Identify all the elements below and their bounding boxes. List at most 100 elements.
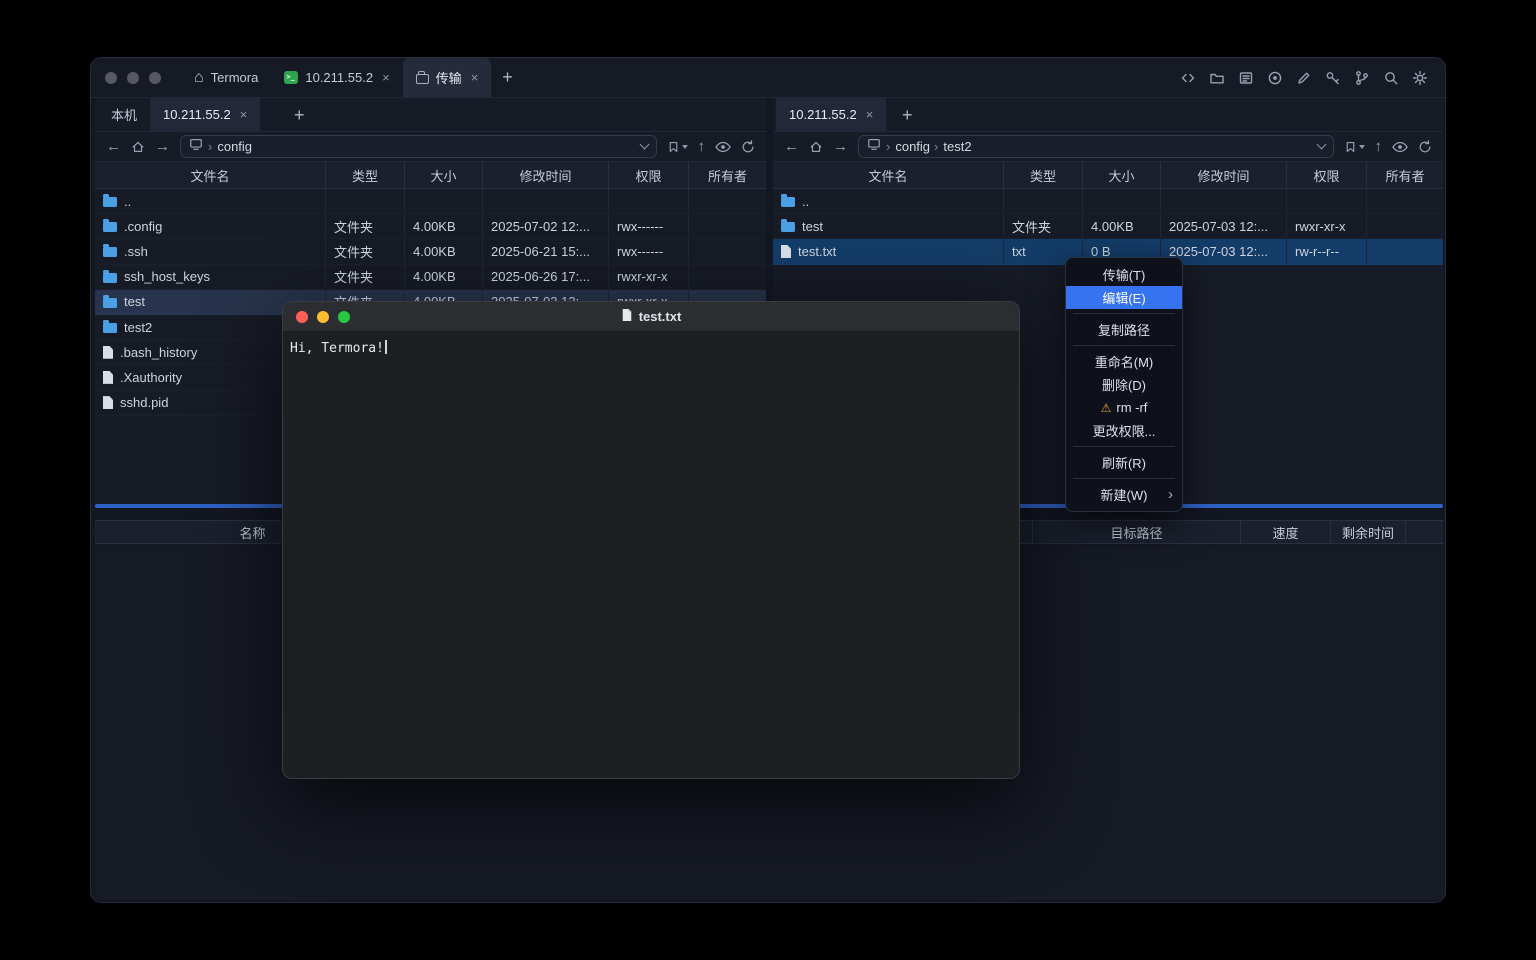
tab-close-icon[interactable] xyxy=(471,70,479,85)
breadcrumb-item[interactable]: test2 xyxy=(934,139,972,154)
show-hidden-eye-icon[interactable] xyxy=(715,141,731,153)
file-icon xyxy=(103,346,113,359)
context-menu-item[interactable]: 复制路径 xyxy=(1066,318,1182,341)
record-icon[interactable] xyxy=(1267,70,1283,86)
pane-tab[interactable]: 10.211.55.2 xyxy=(776,98,886,131)
column-header[interactable]: 修改时间 xyxy=(483,162,609,188)
queue-column-speed[interactable]: 速度 xyxy=(1241,521,1331,543)
parent-directory-button[interactable] xyxy=(698,139,706,154)
column-header[interactable]: 权限 xyxy=(609,162,689,188)
file-row[interactable]: ssh_host_keys 文件夹 4.00KB 2025-06-26 17:.… xyxy=(95,265,766,290)
new-pane-tab-button[interactable] xyxy=(891,98,924,132)
editor-traffic-lights xyxy=(296,302,350,331)
back-button[interactable] xyxy=(106,139,121,154)
tab-label: 传输 xyxy=(436,68,462,87)
column-header[interactable]: 修改时间 xyxy=(1161,162,1287,188)
breadcrumb-item[interactable]: config xyxy=(208,139,252,154)
column-header[interactable]: 文件名 xyxy=(95,162,326,188)
breadcrumb[interactable]: config test2 xyxy=(858,135,1334,158)
column-header[interactable]: 大小 xyxy=(405,162,483,188)
file-owner-cell xyxy=(689,265,766,289)
file-size-cell: 4.00KB xyxy=(1083,214,1161,238)
context-menu-item[interactable]: rm -rf xyxy=(1066,396,1182,419)
file-type-cell: 文件夹 xyxy=(326,265,405,289)
context-menu-item[interactable]: 刷新(R) xyxy=(1066,451,1182,474)
breadcrumb-dropdown-chevron-icon[interactable] xyxy=(1316,140,1326,150)
app-tab[interactable]: 传输 xyxy=(403,58,492,97)
refresh-button[interactable] xyxy=(741,140,755,154)
queue-column-remaining-time[interactable]: 剩余时间 xyxy=(1331,521,1406,543)
menu-item-label: 编辑(E) xyxy=(1102,288,1145,307)
forward-button[interactable] xyxy=(155,139,170,154)
pane-tab[interactable]: 10.211.55.2 xyxy=(150,98,260,131)
column-header[interactable]: 文件名 xyxy=(773,162,1004,188)
settings-icon[interactable] xyxy=(1412,70,1428,86)
pane-tab-label: 10.211.55.2 xyxy=(163,107,231,122)
code-icon[interactable] xyxy=(1180,70,1196,86)
breadcrumb-dropdown-chevron-icon[interactable] xyxy=(639,140,649,150)
bookmark-caret-icon xyxy=(682,145,688,149)
context-menu-item[interactable]: 更改权限... xyxy=(1066,419,1182,442)
breadcrumb[interactable]: config xyxy=(180,135,657,158)
column-header[interactable]: 类型 xyxy=(326,162,405,188)
pane-tab-close-icon[interactable] xyxy=(240,107,248,122)
editor-zoom-button[interactable] xyxy=(338,311,350,323)
context-menu-item[interactable]: 编辑(E) xyxy=(1066,286,1182,309)
breadcrumb-item[interactable]: config xyxy=(886,139,930,154)
refresh-button[interactable] xyxy=(1418,140,1432,154)
bookmark-button[interactable] xyxy=(667,140,688,154)
file-modified-cell xyxy=(483,189,609,213)
bookmark-button[interactable] xyxy=(1344,140,1365,154)
breadcrumb-separator-icon xyxy=(886,139,890,154)
key-icon[interactable] xyxy=(1325,70,1341,86)
close-window-button[interactable] xyxy=(105,72,117,84)
file-modified-cell: 2025-06-26 17:... xyxy=(483,265,609,289)
home-button[interactable] xyxy=(131,140,145,154)
menu-item-label: 新建(W) xyxy=(1101,485,1148,504)
file-owner-cell xyxy=(689,214,766,238)
pane-tab-label: 本机 xyxy=(111,105,137,124)
app-tab[interactable]: 10.211.55.2 xyxy=(271,58,402,97)
file-row[interactable]: test 文件夹 4.00KB 2025-07-03 12:... rwxr-x… xyxy=(773,214,1443,239)
git-branch-icon[interactable] xyxy=(1354,70,1370,86)
column-header[interactable]: 类型 xyxy=(1004,162,1083,188)
context-menu-item[interactable]: 新建(W) xyxy=(1066,483,1182,506)
pencil-icon[interactable] xyxy=(1296,70,1312,86)
queue-column-target-path[interactable]: 目标路径 xyxy=(1033,521,1241,543)
file-row[interactable]: .ssh 文件夹 4.00KB 2025-06-21 15:... rwx---… xyxy=(95,239,766,264)
context-menu-item[interactable]: 重命名(M) xyxy=(1066,350,1182,373)
new-pane-tab-button[interactable] xyxy=(283,98,316,132)
column-header[interactable]: 权限 xyxy=(1287,162,1367,188)
menu-separator xyxy=(1073,446,1175,447)
show-hidden-eye-icon[interactable] xyxy=(1392,141,1408,153)
editor-minimize-button[interactable] xyxy=(317,311,329,323)
context-menu-item[interactable]: 删除(D) xyxy=(1066,373,1182,396)
forward-button[interactable] xyxy=(833,139,848,154)
pane-tab[interactable]: 本机 xyxy=(98,98,150,131)
search-icon[interactable] xyxy=(1383,70,1399,86)
column-header[interactable]: 所有者 xyxy=(689,162,766,188)
context-menu-item[interactable]: 传输(T) xyxy=(1066,263,1182,286)
app-tab[interactable]: Termora xyxy=(181,58,271,97)
file-name-cell: .ssh xyxy=(95,239,326,263)
pane-tab-close-icon[interactable] xyxy=(866,107,874,122)
folder-icon[interactable] xyxy=(1209,70,1225,86)
column-header[interactable]: 所有者 xyxy=(1367,162,1443,188)
file-name: .. xyxy=(802,194,809,209)
file-row[interactable]: .config 文件夹 4.00KB 2025-07-02 12:... rwx… xyxy=(95,214,766,239)
zoom-window-button[interactable] xyxy=(149,72,161,84)
file-size-cell xyxy=(1083,189,1161,213)
parent-directory-button[interactable] xyxy=(1375,139,1383,154)
column-header[interactable]: 大小 xyxy=(1083,162,1161,188)
back-button[interactable] xyxy=(784,139,799,154)
home-button[interactable] xyxy=(809,140,823,154)
feed-icon[interactable] xyxy=(1238,70,1254,86)
file-type-cell: 文件夹 xyxy=(1004,214,1083,238)
tab-close-icon[interactable] xyxy=(382,70,390,85)
editor-content[interactable]: Hi, Termora! xyxy=(283,332,1019,364)
file-row[interactable]: .. xyxy=(773,189,1443,214)
minimize-window-button[interactable] xyxy=(127,72,139,84)
editor-close-button[interactable] xyxy=(296,311,308,323)
file-row[interactable]: .. xyxy=(95,189,766,214)
new-app-tab-button[interactable] xyxy=(491,58,524,97)
